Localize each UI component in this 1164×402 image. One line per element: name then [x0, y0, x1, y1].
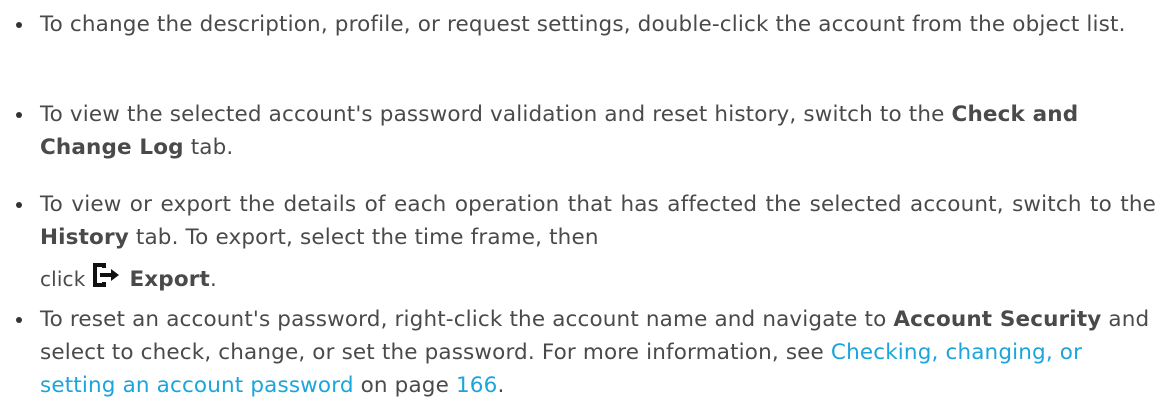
list-item-text: click [40, 267, 86, 291]
history-tab-name: History [40, 225, 129, 250]
list-item-text: To view the selected account's password … [40, 102, 952, 127]
list-item-text: . [497, 373, 505, 398]
page-number-link[interactable]: 166 [456, 373, 498, 398]
bullet-dot [16, 317, 22, 323]
list-item-text: To change the description, profile, or r… [40, 12, 1126, 37]
export-button-name: Export [129, 267, 210, 292]
account-security-menu-name: Account Security [893, 307, 1102, 332]
list-item: To reset an account's password, right-cl… [16, 303, 1156, 402]
list-item: To view or export the details of each op… [16, 188, 1156, 300]
list-item-text: on page [353, 373, 456, 398]
list-item: To view the selected account's password … [16, 98, 1156, 164]
list-item-text: tab. To export, select the time frame, t… [128, 225, 599, 250]
list-item-paragraph: To view or export the details of each op… [40, 188, 1156, 254]
document-page: To change the description, profile, or r… [0, 0, 1164, 402]
list-item-text: . [209, 267, 217, 292]
list-item-text: To view or export the details of each op… [40, 192, 1156, 217]
bullet-dot [16, 112, 22, 118]
export-instruction: click Export. [40, 260, 217, 300]
export-icon [91, 260, 121, 300]
list-item-text: To reset an account's password, right-cl… [40, 307, 894, 332]
bullet-dot [16, 22, 22, 28]
list-item-text: tab. [183, 135, 234, 160]
list-item: To change the description, profile, or r… [16, 8, 1156, 41]
bullet-dot [16, 202, 22, 208]
